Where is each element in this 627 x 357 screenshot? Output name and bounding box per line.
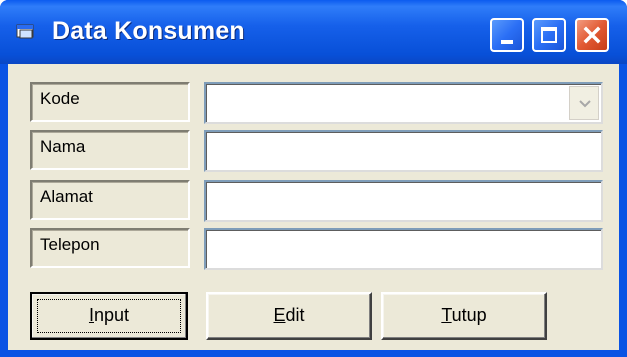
window: Data Konsumen Kode Nama Alamat Telepon I…: [0, 0, 627, 357]
telepon-label: Telepon: [30, 228, 190, 268]
minimize-icon: [501, 40, 513, 44]
minimize-button[interactable]: [490, 18, 524, 52]
telepon-input[interactable]: [204, 228, 603, 270]
edit-button[interactable]: Edit: [206, 292, 372, 340]
nama-label-text: Nama: [40, 137, 86, 156]
kode-dropdown-button[interactable]: [569, 86, 599, 120]
dropdown-arrow-icon: [579, 100, 591, 108]
title-bar[interactable]: Data Konsumen: [0, 0, 627, 64]
alamat-label: Alamat: [30, 180, 190, 220]
maximize-button[interactable]: [532, 18, 566, 52]
tutup-button[interactable]: Tutup: [381, 292, 547, 340]
tutup-button-label: utup: [451, 305, 487, 325]
kode-label: Kode: [30, 82, 190, 122]
kode-combo[interactable]: [204, 82, 603, 124]
nama-input[interactable]: [204, 130, 603, 172]
edit-button-accel: E: [273, 305, 286, 325]
window-title: Data Konsumen: [52, 17, 245, 45]
telepon-label-text: Telepon: [40, 235, 100, 254]
tutup-button-accel: T: [441, 305, 452, 325]
nama-label: Nama: [30, 130, 190, 170]
app-icon: [16, 22, 36, 40]
kode-label-text: Kode: [40, 89, 80, 108]
alamat-input[interactable]: [204, 180, 603, 222]
edit-button-label: dit: [285, 305, 305, 325]
alamat-label-text: Alamat: [40, 187, 93, 206]
focus-rect: [37, 299, 181, 333]
maximize-icon: [541, 27, 557, 43]
input-button[interactable]: Input: [30, 292, 188, 340]
close-button[interactable]: [575, 18, 609, 52]
close-icon: [583, 26, 601, 44]
